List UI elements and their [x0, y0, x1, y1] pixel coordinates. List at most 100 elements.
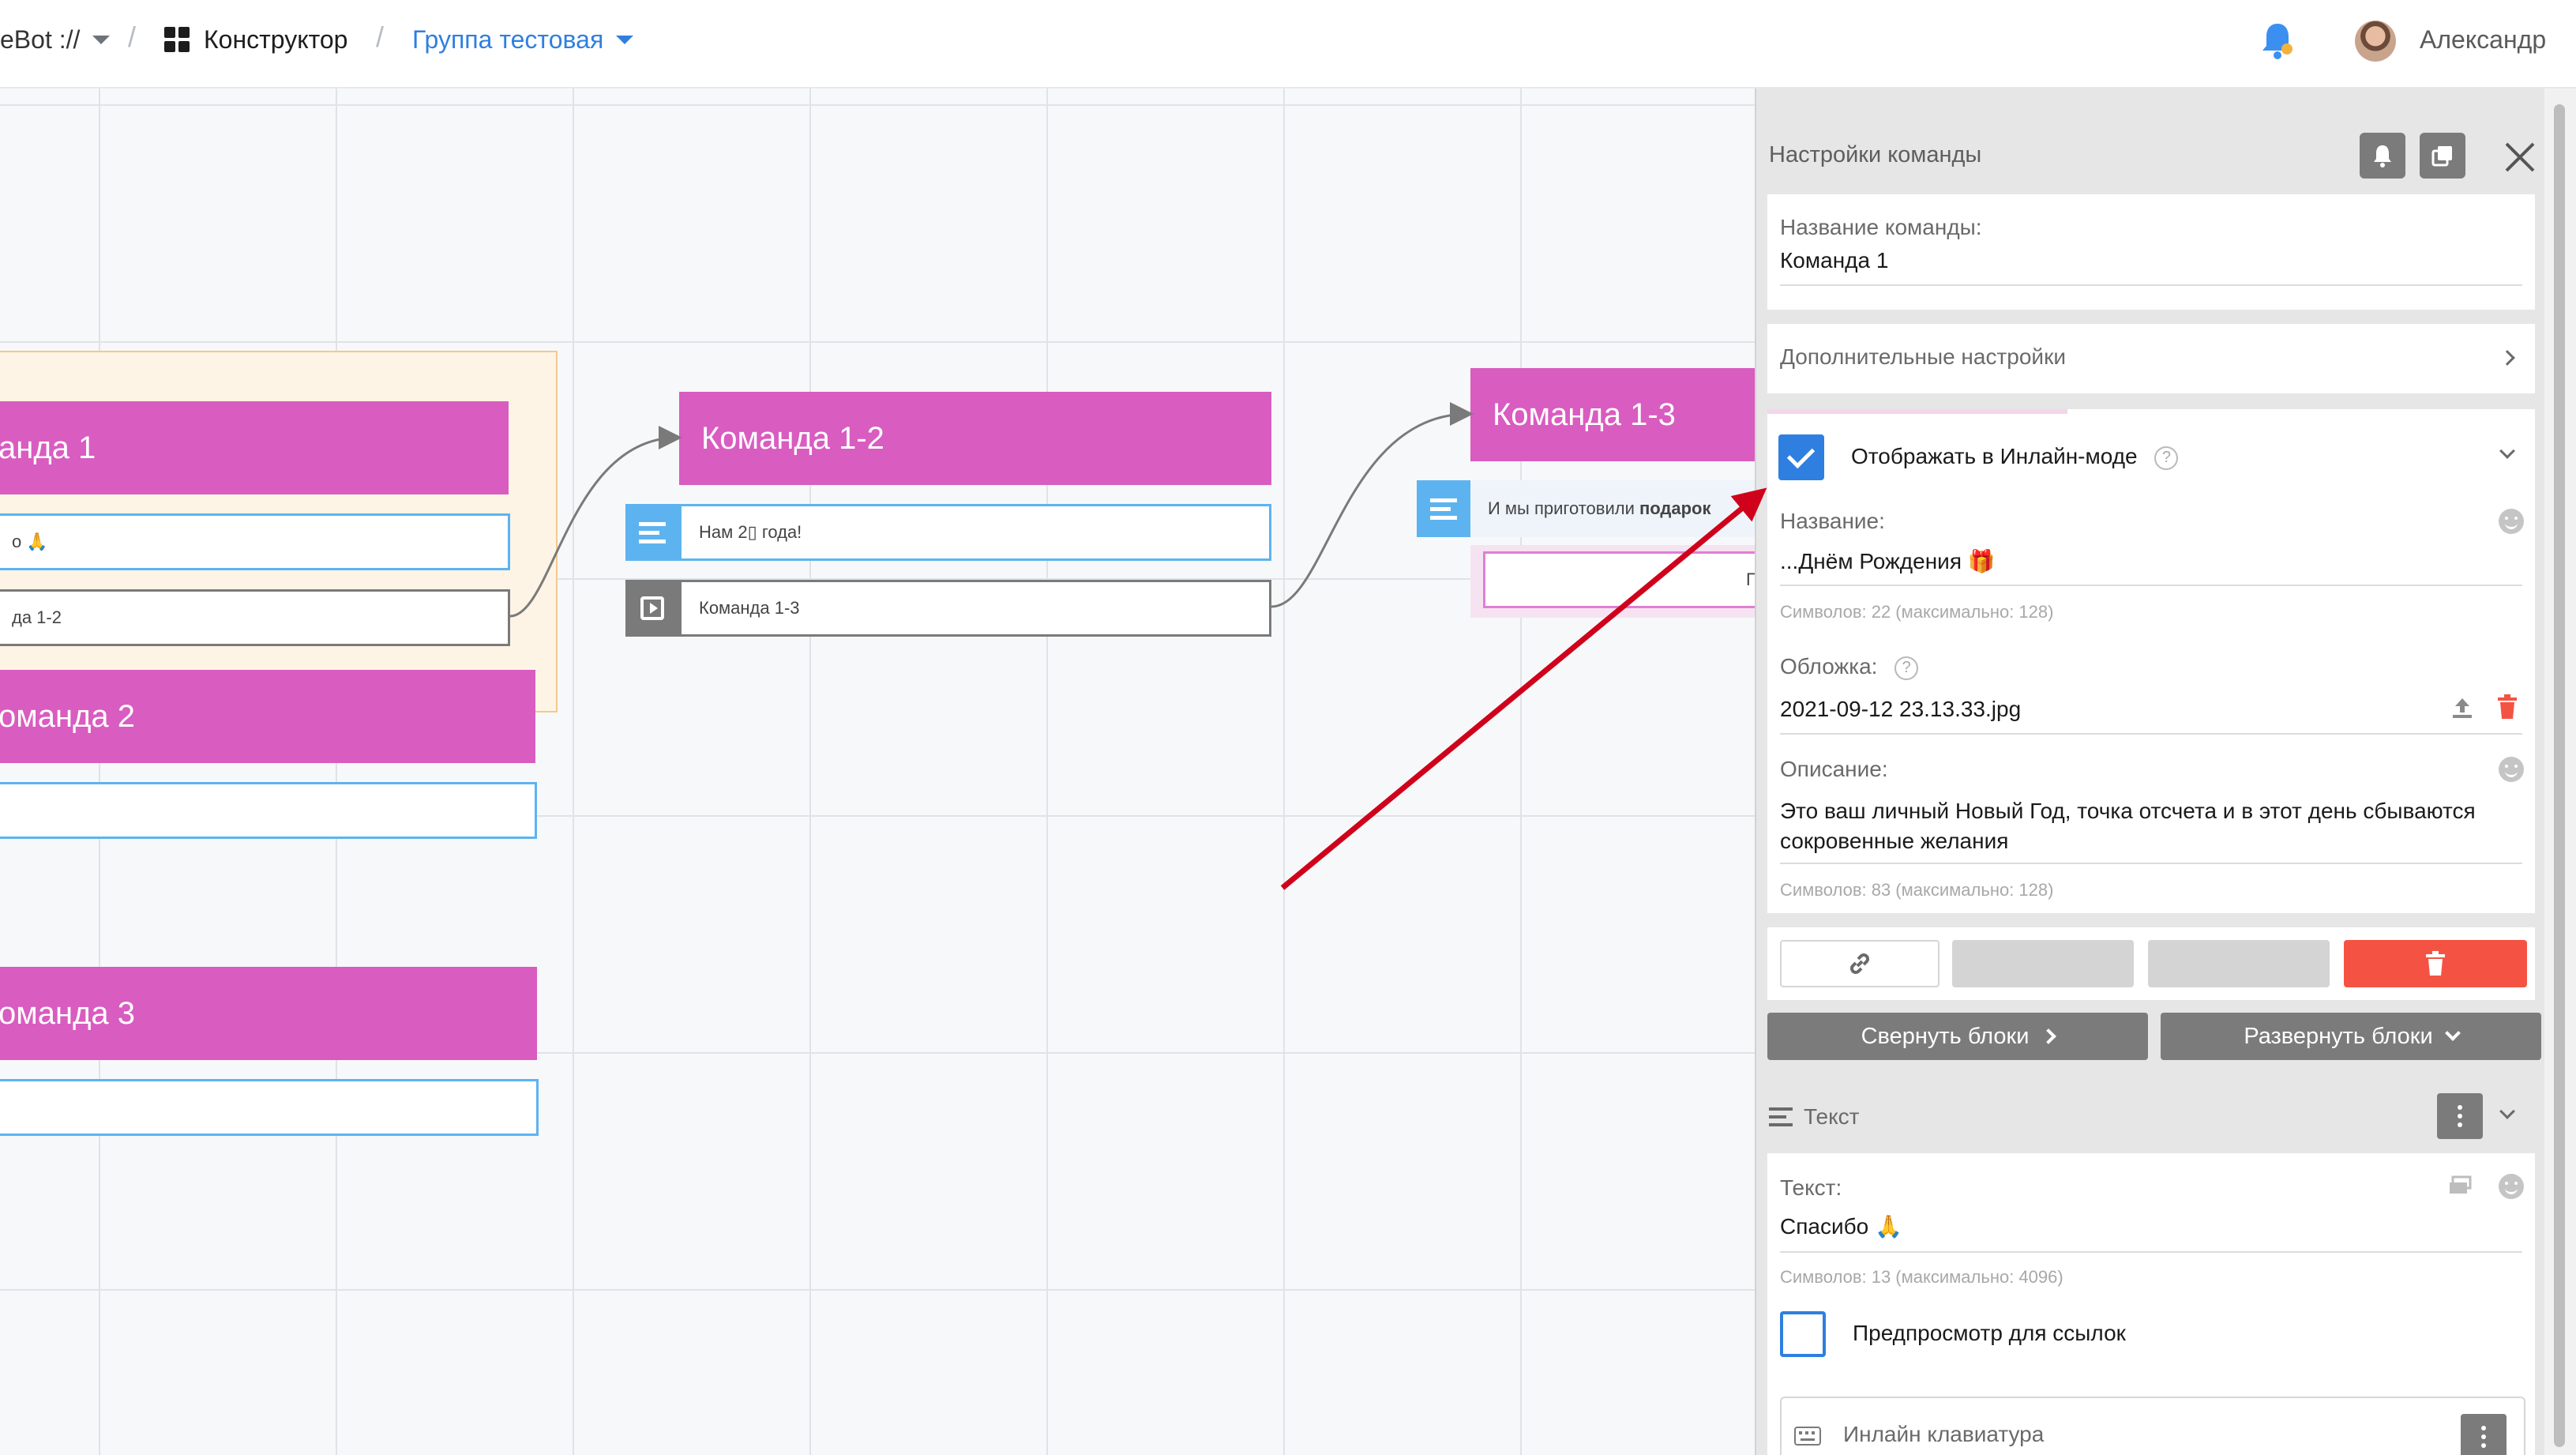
copy-icon [2431, 146, 2452, 167]
node-header-1-3[interactable]: Команда 1-3 [1470, 368, 1755, 461]
command-settings-panel: Настройки команды Название команды: Кома… [1755, 88, 2544, 1455]
action-buttons-row [1767, 927, 2535, 1000]
emoji-icon[interactable] [2499, 1174, 2524, 1199]
node-link-row[interactable]: да 1-2 [0, 589, 510, 646]
collapse-blocks-button[interactable]: Свернуть блоки [1767, 1013, 2148, 1060]
user-name[interactable]: Александр [2420, 0, 2546, 79]
node-title: оманда 2 [0, 698, 136, 734]
disabled-button[interactable] [1952, 940, 2134, 987]
row-text: По [1746, 570, 1755, 590]
more-options-button[interactable] [2437, 1093, 2483, 1139]
chevron-down-icon[interactable] [2499, 443, 2515, 459]
constructor-label: Конструктор [204, 24, 348, 54]
link-icon [1850, 953, 1869, 974]
bell-icon[interactable] [2260, 21, 2295, 60]
node-text-row[interactable]: Нам 2▯ года! [679, 504, 1271, 561]
text-block-title: Текст [1804, 1104, 1860, 1129]
avatar[interactable] [2355, 21, 2396, 62]
disabled-button[interactable] [2148, 940, 2330, 987]
text-input[interactable]: Спасибо 🙏 [1780, 1213, 1902, 1239]
link-button[interactable] [1780, 940, 1940, 987]
scrollbar-thumb[interactable] [2554, 104, 2565, 1447]
breadcrumb-constructor[interactable]: Конструктор [164, 0, 347, 79]
inline-keyboard-section: Инлайн клавиатура [1780, 1397, 2525, 1455]
top-bar: eBot :// / Конструктор / Группа тестовая… [0, 0, 2576, 88]
flow-canvas[interactable]: анда 1 о 🙏 да 1-2 оманда 2 оманда 3 Кома… [0, 88, 1755, 1455]
inline-keyboard-label: Инлайн клавиатура [1843, 1422, 2045, 1446]
extra-settings-row[interactable]: Дополнительные настройки [1767, 324, 2535, 393]
inline-name-input[interactable]: ...Днём Рождения 🎁 [1780, 548, 1996, 574]
node-text-row[interactable]: о 🙏 [0, 513, 510, 570]
panel-scrollbar[interactable] [2544, 88, 2576, 1455]
command-name-input[interactable]: Команда 1 [1780, 248, 1888, 273]
cover-filename: 2021-09-12 23.13.33.jpg [1780, 697, 2022, 721]
node-link-row[interactable]: Команда 1-3 [679, 580, 1271, 637]
delete-command-button[interactable] [2344, 940, 2527, 987]
bot-name: eBot :// [0, 24, 81, 54]
text-lines-icon [1769, 1107, 1793, 1126]
row-text: Команда 1-3 [699, 598, 800, 618]
collapse-label: Свернуть блоки [1861, 1023, 2030, 1049]
group-selector[interactable]: Группа тестовая [412, 0, 634, 79]
chevron-right-icon [2041, 1028, 2057, 1044]
keyboard-icon [1794, 1427, 1821, 1446]
row-text-bold: подарок [1639, 498, 1711, 518]
trash-icon [2426, 951, 2445, 976]
close-icon[interactable] [2503, 141, 2537, 174]
node-text-row[interactable] [0, 782, 537, 839]
panel-title: Настройки команды [1769, 142, 1982, 167]
bot-selector[interactable]: eBot :// [0, 0, 111, 79]
text-block-icon [1417, 480, 1470, 537]
command-name-card: Название команды: Команда 1 [1767, 194, 2535, 310]
inline-name-label: Название: [1780, 509, 1885, 533]
inline-button[interactable]: По [1483, 551, 1755, 608]
node-header-3[interactable]: оманда 3 [0, 967, 537, 1060]
row-text: да 1-2 [12, 607, 62, 627]
copy-button[interactable] [2420, 133, 2465, 179]
node-header-1[interactable]: анда 1 [0, 401, 509, 494]
node-title: оманда 3 [0, 995, 136, 1031]
node-header-1-2[interactable]: Команда 1-2 [679, 392, 1271, 485]
keyboard-options-button[interactable] [2461, 1414, 2507, 1455]
bell-icon [2374, 145, 2391, 167]
format-icon[interactable] [2448, 1175, 2472, 1196]
link-block-icon [625, 580, 679, 637]
breadcrumb-separator: / [128, 21, 137, 53]
card-accent [1767, 409, 2067, 414]
input-underline [1780, 585, 2522, 586]
node-title: Команда 1-2 [701, 420, 884, 456]
chevron-down-icon[interactable] [2499, 1103, 2515, 1119]
breadcrumb-separator: / [376, 21, 385, 53]
node-header-2[interactable]: оманда 2 [0, 670, 535, 763]
emoji-icon[interactable] [2499, 757, 2524, 782]
trash-icon[interactable] [2495, 694, 2519, 720]
text-block-card: Текст: Спасибо 🙏 Символов: 13 (максималь… [1767, 1153, 2535, 1455]
group-label: Группа тестовая [412, 24, 604, 54]
emoji-icon[interactable] [2499, 509, 2524, 534]
help-icon[interactable]: ? [2154, 446, 2179, 470]
node-text-row[interactable] [0, 1079, 539, 1136]
link-preview-checkbox[interactable] [1780, 1311, 1826, 1357]
row-text: И мы приготовили [1488, 498, 1639, 518]
help-icon[interactable]: ? [1894, 656, 1919, 680]
notify-button[interactable] [2360, 133, 2405, 179]
description-input[interactable]: Это ваш личный Новый Год, точка отсчета … [1780, 796, 2491, 856]
expand-label: Развернуть блоки [2244, 1023, 2433, 1049]
upload-icon[interactable] [2450, 695, 2475, 720]
input-underline [1780, 284, 2522, 286]
link-preview-label: Предпросмотр для ссылок [1853, 1321, 2126, 1345]
inline-mode-checkbox[interactable] [1778, 434, 1824, 480]
description-label: Описание: [1780, 757, 1888, 781]
chevron-right-icon [2499, 350, 2515, 366]
inline-mode-card: Отображать в Инлайн-моде ? Название: ...… [1767, 409, 2535, 913]
grid-icon [164, 27, 190, 52]
user-name-label: Александр [2420, 24, 2547, 54]
inline-name-hint: Символов: 22 (максимально: 128) [1780, 602, 2054, 622]
expand-blocks-button[interactable]: Развернуть блоки [2161, 1013, 2541, 1060]
text-block-icon [625, 504, 679, 561]
text-label: Текст: [1780, 1175, 1842, 1200]
node-title: анда 1 [0, 430, 96, 465]
connector-lines [509, 402, 1474, 618]
text-block-header: Текст [1767, 1085, 2535, 1149]
node-text-row[interactable]: И мы приготовили подарок [1470, 480, 1755, 537]
